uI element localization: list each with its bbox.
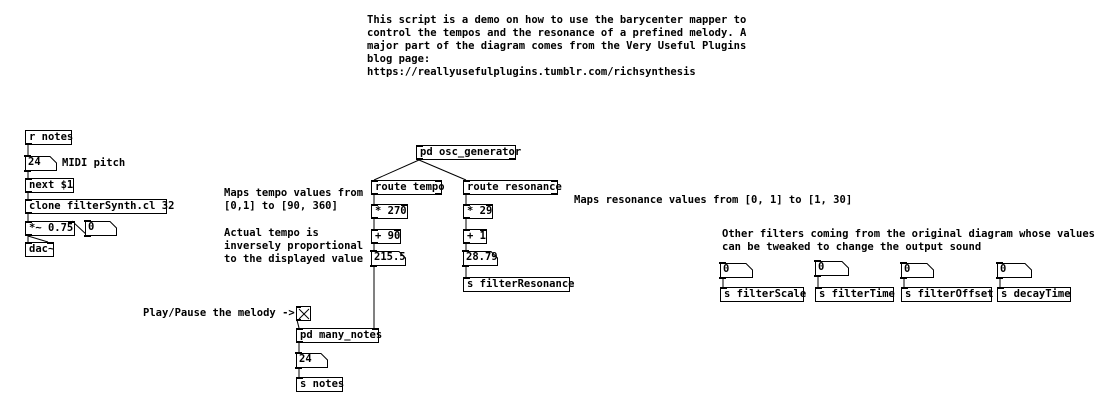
route-tempo-label: route tempo [375,181,445,193]
resonance-number-box[interactable]: 28.79 [462,250,498,267]
volume-multiply-object[interactable]: *~ 0.75 [25,221,75,236]
route-tempo-object[interactable]: route tempo [371,180,445,195]
route-resonance-label: route resonance [467,181,562,193]
dac-object[interactable]: dac~ [25,242,54,257]
notes-value: 24 [299,353,312,365]
multiply-29-object[interactable]: * 29 [463,204,493,219]
notes-number-box[interactable]: 24 [295,352,328,369]
midi-pitch-comment: MIDI pitch [62,157,126,169]
send-filter-offset-object[interactable]: s filterOffset [901,287,994,302]
add-1-object[interactable]: + 1 [463,229,487,244]
route-resonance-object[interactable]: route resonance [463,180,562,195]
clone-filtersynth-object[interactable]: clone filterSynth.cl 32 [25,199,174,214]
cord-osc-to-route-res [418,159,467,181]
other-filters-comment: Other filters coming from the original d… [722,228,1095,253]
multiply-29-label: * 29 [467,205,493,217]
clone-label: clone filterSynth.cl 32 [29,200,175,212]
osc-generator-subpatch[interactable]: pd osc_generator [416,145,521,160]
r-notes-object[interactable]: r notes [25,130,74,145]
outlet [84,235,91,237]
many-notes-label: pd many_notes [300,329,383,341]
actual-tempo-comment: Actual tempo is inversely proportional t… [224,227,364,265]
send-filter-resonance-label: s filterResonance [467,278,575,290]
right-inlet [486,204,493,206]
r-notes-label: r notes [29,131,74,143]
outlet [462,265,469,267]
filter-scale-value: 0 [723,263,730,275]
inlet [370,250,377,252]
send-filter-time-label: s filterTime [819,288,895,300]
outlet [814,275,821,277]
send-decay-time-label: s decayTime [1001,288,1071,300]
resonance-value: 28.79 [466,251,498,263]
send-filter-resonance-object[interactable]: s filterResonance [463,277,574,292]
pd-patch-canvas[interactable]: This script is a demo on how to use the … [0,0,1105,420]
volume-multiply-label: *~ 0.75 [29,222,74,234]
send-notes-object[interactable]: s notes [296,377,345,392]
decay-time-value: 0 [1000,263,1007,275]
filter-time-value: 0 [818,261,825,273]
osc-generator-label: pd osc_generator [420,146,522,158]
send-filter-scale-object[interactable]: s filterScale [720,287,807,302]
next-message-box[interactable]: next $1 [25,178,74,193]
inlet [462,250,469,252]
filter-offset-number-box[interactable]: 0 [900,262,934,279]
play-pause-comment: Play/Pause the melody -> [143,307,295,319]
send-notes-label: s notes [300,378,345,390]
tempo-number-box[interactable]: 215.5 [370,250,406,267]
many-notes-subpatch[interactable]: pd many_notes [296,328,383,343]
outlet [370,265,377,267]
outlet [996,277,1003,279]
inlet [719,262,726,264]
next-message-label: next $1 [29,179,74,191]
right-inlet [401,204,408,206]
intro-comment: This script is a demo on how to use the … [367,14,747,78]
right-outlet [435,193,442,195]
right-inlet [47,242,54,244]
right-inlet [68,221,75,223]
right-outlet [551,193,558,195]
resonance-map-comment: Maps resonance values from [0, 1] to [1,… [574,194,853,206]
outlet [24,170,31,172]
add-1-label: + 1 [467,230,486,242]
cord-osc-to-route-tempo [373,159,420,181]
send-filter-time-object[interactable]: s filterTime [815,287,895,302]
multiply-270-label: * 270 [375,205,407,217]
right-inlet [435,180,442,182]
decay-time-number-box[interactable]: 0 [996,262,1032,279]
right-inlet [394,229,401,231]
filter-time-number-box[interactable]: 0 [814,260,849,277]
inlet [996,262,1003,264]
filter-offset-value: 0 [904,263,911,275]
add-90-object[interactable]: + 90 [371,229,401,244]
dac-label: dac~ [29,243,55,255]
outlet [900,277,907,279]
add-90-label: + 90 [375,230,401,242]
midi-pitch-number-box[interactable]: 24 [24,155,57,172]
right-inlet [372,328,379,330]
inlet [900,262,907,264]
play-pause-toggle[interactable] [296,306,311,321]
midi-pitch-value: 24 [28,156,41,168]
volume-number-box[interactable]: 0 [84,220,117,237]
tempo-map-comment: Maps tempo values from [0,1] to [90, 360… [224,187,364,212]
tempo-value: 215.5 [374,251,406,263]
filter-scale-number-box[interactable]: 0 [719,262,753,279]
right-inlet [480,229,487,231]
inlet [84,220,91,222]
inlet [295,352,302,354]
send-filter-offset-label: s filterOffset [905,288,994,300]
inlet [296,306,301,308]
right-outlet [509,158,516,160]
inlet [24,155,31,157]
send-decay-time-object[interactable]: s decayTime [997,287,1071,302]
send-filter-scale-label: s filterScale [724,288,807,300]
volume-value: 0 [88,221,95,233]
outlet [296,319,301,321]
outlet [295,367,302,369]
multiply-270-object[interactable]: * 270 [371,204,408,219]
right-inlet [551,180,558,182]
inlet [814,260,821,262]
outlet [719,277,726,279]
